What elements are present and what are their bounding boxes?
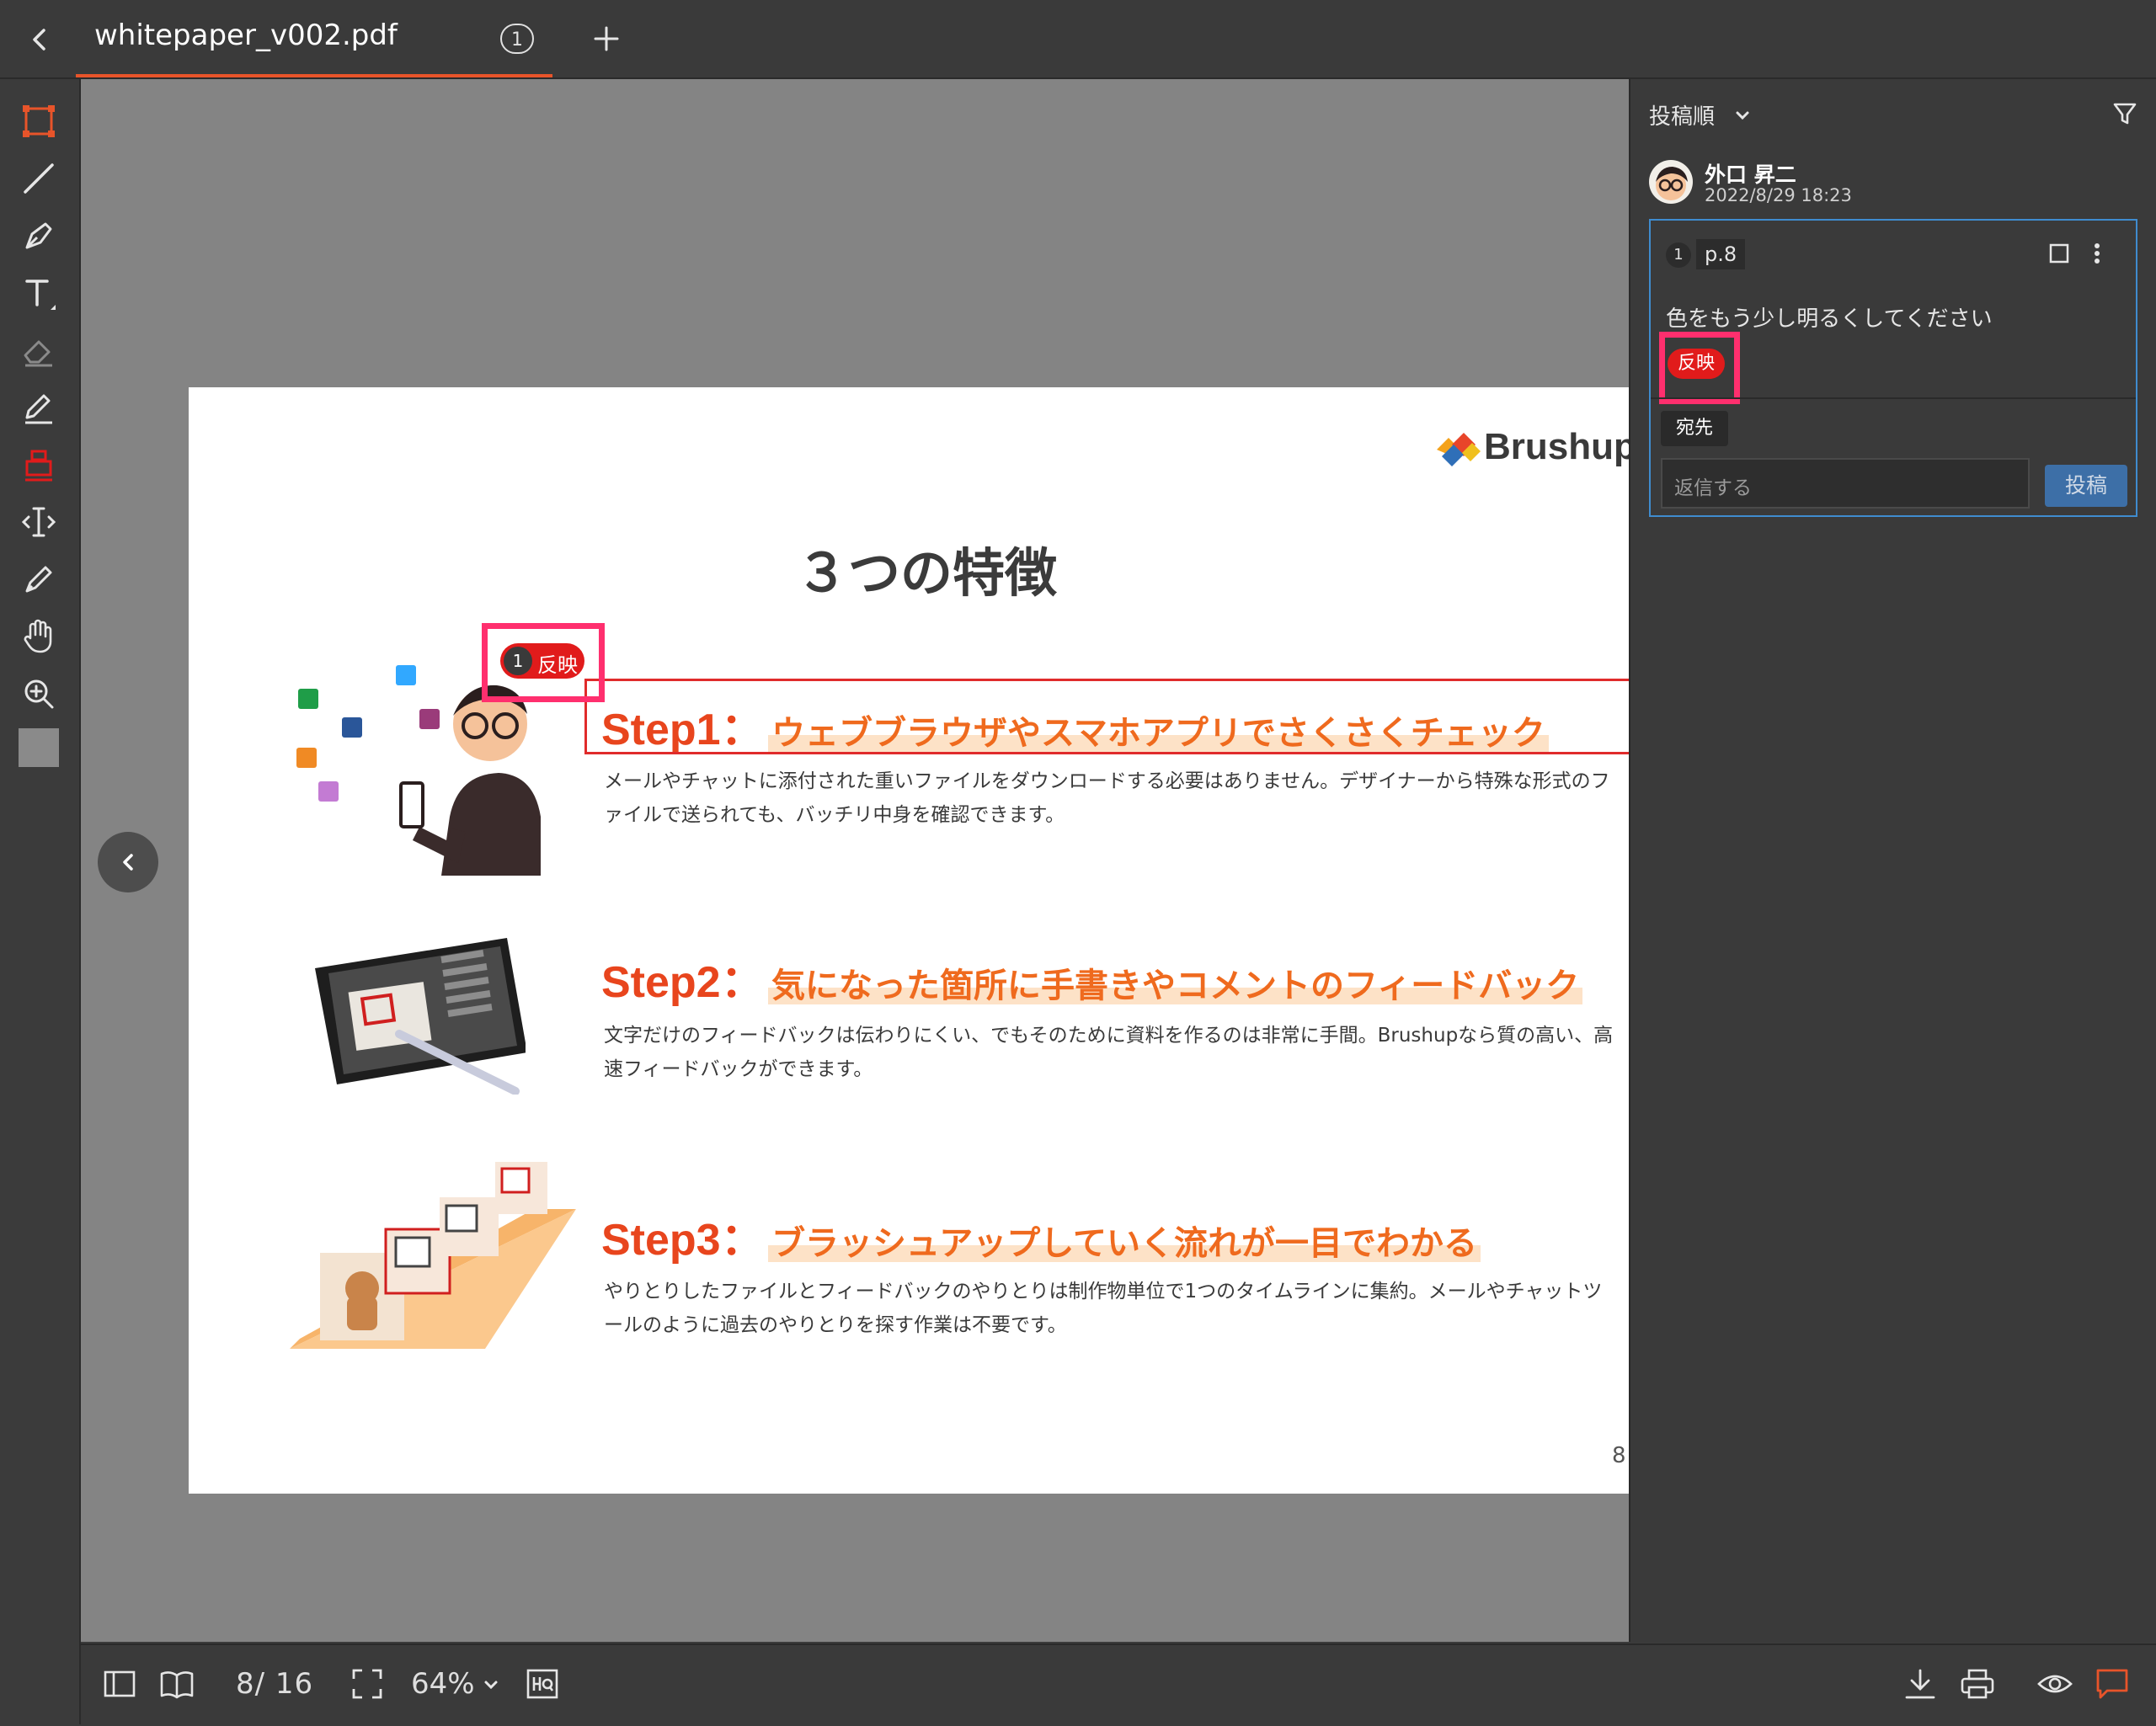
page-indicator[interactable]: 8/ 16 — [236, 1667, 313, 1701]
back-icon[interactable] — [19, 19, 61, 61]
book-icon[interactable] — [158, 1665, 195, 1702]
fit-screen-icon[interactable] — [349, 1665, 386, 1702]
step2-heading: Step2： 気になった箇所に手書きやコメントのフィードバック — [601, 946, 1583, 1009]
filter-icon[interactable] — [2111, 99, 2139, 128]
hq-icon[interactable] — [524, 1665, 561, 1702]
marker-icon[interactable] — [15, 556, 62, 603]
comment-page-link[interactable]: p.8 — [1696, 239, 1746, 269]
hand-icon[interactable] — [15, 613, 62, 660]
comment-author: 外口 昇二 — [1705, 162, 1796, 187]
document-viewer[interactable]: Brushup ３つの特徴 Step1： ウェブブラウザやスマホアプリでさくさく… — [81, 79, 1701, 1713]
status-badge[interactable]: 反映 — [1668, 349, 1725, 379]
annotation-number: 1 — [504, 647, 532, 675]
comment-timestamp: 2022/8/29 18:23 — [1705, 185, 1852, 205]
comment-count-badge: 1 — [500, 24, 534, 54]
slide-title: ３つの特徴 — [795, 542, 1057, 604]
post-button[interactable]: 投稿 — [2045, 465, 2127, 507]
color-swatch-icon[interactable] — [15, 724, 62, 771]
reply-input[interactable]: 返信する — [1661, 458, 2030, 509]
active-tab-indicator — [76, 74, 552, 77]
annotation-marker[interactable]: 1 反映 — [500, 643, 584, 679]
step3-illustration — [290, 1162, 576, 1364]
document-tab[interactable]: whitepaper_v002.pdf 1 — [76, 0, 552, 77]
stamp-icon[interactable] — [15, 441, 62, 488]
comment-text: 色をもう少し明るくしてください — [1666, 306, 1993, 332]
step3-heading: Step3： ブラッシュアップしていく流れが一目でわかる — [601, 1204, 1481, 1267]
comment-number: 1 — [1666, 242, 1691, 268]
zoom-in-icon[interactable] — [15, 670, 62, 717]
rectangle-annotation[interactable] — [584, 679, 1644, 754]
bottom-toolbar: 8/ 16 64% — [81, 1643, 2156, 1726]
divider — [1651, 397, 2136, 399]
top-bar: whitepaper_v002.pdf 1 — [0, 0, 2156, 79]
print-icon[interactable] — [1959, 1665, 1996, 1702]
more-icon[interactable] — [2089, 239, 2105, 268]
recipient-button[interactable]: 宛先 — [1661, 411, 1728, 446]
comment-icon[interactable] — [2094, 1665, 2131, 1702]
pdf-page: Brushup ３つの特徴 Step1： ウェブブラウザやスマホアプリでさくさく… — [189, 387, 1664, 1494]
zoom-level[interactable]: 64% — [411, 1667, 475, 1701]
add-tab-icon[interactable] — [584, 17, 628, 61]
chevron-down-icon[interactable] — [482, 1675, 500, 1694]
comments-panel: 投稿順 外口 昇二 2022/8/29 18:23 1 p.8 色をもう少し明る… — [1629, 79, 2156, 1642]
tab-title: whitepaper_v002.pdf — [94, 19, 398, 52]
pencil-icon[interactable] — [15, 384, 62, 431]
pen-tool-icon[interactable] — [15, 212, 62, 259]
annotation-status-label: 反映 — [537, 653, 578, 677]
text-tool-icon[interactable] — [15, 269, 62, 317]
avatar — [1649, 160, 1693, 204]
page-number: 8 — [1612, 1443, 1626, 1468]
step2-illustration — [315, 926, 526, 1095]
prev-page-icon[interactable] — [98, 832, 158, 892]
checkbox-icon[interactable] — [2047, 241, 2072, 266]
comment-card[interactable]: 1 p.8 色をもう少し明るくしてください 反映 宛先 返信する 投稿 — [1649, 219, 2137, 517]
eye-icon[interactable] — [2036, 1665, 2073, 1702]
line-tool-icon[interactable] — [15, 155, 62, 202]
download-icon[interactable] — [1902, 1665, 1939, 1702]
step1-description: メールやチャットに添付された重いファイルをダウンロードする必要はありません。デザ… — [604, 770, 1610, 826]
text-cursor-icon[interactable] — [15, 498, 62, 546]
step2-description: 文字だけのフィードバックは伝わりにくい、でもそのために資料を作るのは非常に手間。… — [604, 1025, 1614, 1080]
chevron-down-icon[interactable] — [1733, 106, 1752, 125]
sidebar-icon[interactable] — [101, 1665, 138, 1702]
brushup-logo: Brushup — [1433, 424, 1652, 475]
tool-palette — [0, 79, 81, 1724]
rectangle-tool-icon[interactable] — [15, 98, 62, 145]
eraser-icon[interactable] — [15, 327, 62, 374]
sort-dropdown[interactable]: 投稿順 — [1649, 99, 1715, 131]
step3-description: やりとりしたファイルとフィードバックのやりとりは制作物単位で1つのタイムラインに… — [604, 1281, 1603, 1336]
